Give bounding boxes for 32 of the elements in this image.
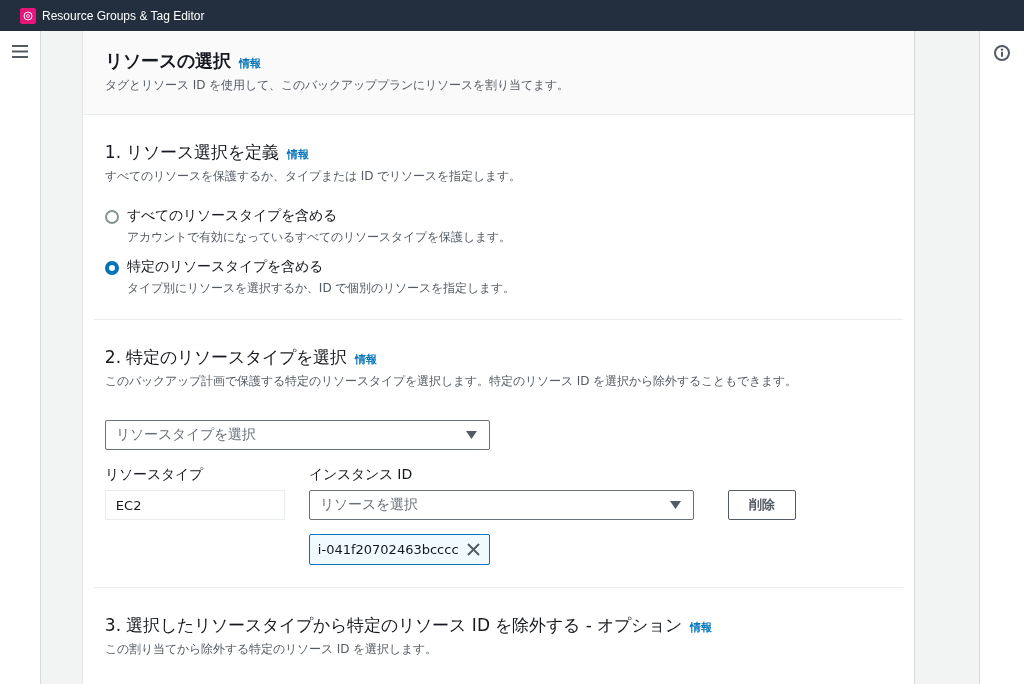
remove-button[interactable]: 削除 [727, 490, 796, 520]
instance-id-dropdown[interactable]: リソースを選択 [308, 490, 694, 520]
radio-label[interactable]: 特定のリソースタイプを含める [126, 258, 516, 276]
token-label: i-041f20702463bcccc [317, 542, 459, 557]
radio-description: タイプ別にリソースを選択するか、ID で個別のリソースを指定します。 [126, 280, 516, 297]
close-icon[interactable] [466, 543, 480, 556]
app-logo-icon [20, 7, 36, 24]
field-label: インスタンス ID [308, 466, 413, 484]
info-link[interactable]: 情報 [287, 147, 310, 162]
section-title: 3. 選択したリソースタイプから特定のリソース ID を除外する - オプション [104, 614, 683, 637]
radio-description: アカウントで有効になっているすべてのリソースタイプを保護します。 [126, 229, 511, 246]
header-description: タグとリソース ID を使用して、このバックアッププランにリソースを割り当てます。 [104, 77, 571, 94]
radio-button[interactable] [104, 261, 119, 275]
radio-button[interactable] [104, 210, 119, 224]
radio-label[interactable]: すべてのリソースタイプを含める [126, 207, 511, 225]
resource-type-value: EC2 [104, 490, 285, 520]
field-label: リソースタイプ [104, 466, 203, 484]
section-description: このバックアップ計画で保護する特定のリソースタイプを選択します。特定のリソース ID を選択から除外することもできます。 [104, 373, 799, 390]
section-title: 2. 特定のリソースタイプを選択 [104, 346, 348, 369]
section-title: 1. リソース選択を定義 [104, 141, 280, 164]
info-icon[interactable] [994, 45, 1011, 61]
page-title: リソースの選択 [104, 49, 231, 73]
resource-type-dropdown[interactable]: リソースタイプを選択 [104, 420, 490, 450]
info-link[interactable]: 情報 [355, 352, 378, 367]
section-description: すべてのリソースを保護するか、タイプまたは ID でリソースを指定します。 [104, 168, 523, 185]
app-title: Resource Groups & Tag Editor [42, 8, 205, 23]
caret-icon [669, 501, 681, 509]
section-description: この割り当てから除外する特定のリソース ID を選択します。 [104, 641, 439, 658]
info-link[interactable]: 情報 [238, 56, 261, 71]
caret-icon [465, 431, 477, 439]
menu-icon[interactable] [11, 45, 28, 58]
info-link[interactable]: 情報 [690, 620, 713, 635]
